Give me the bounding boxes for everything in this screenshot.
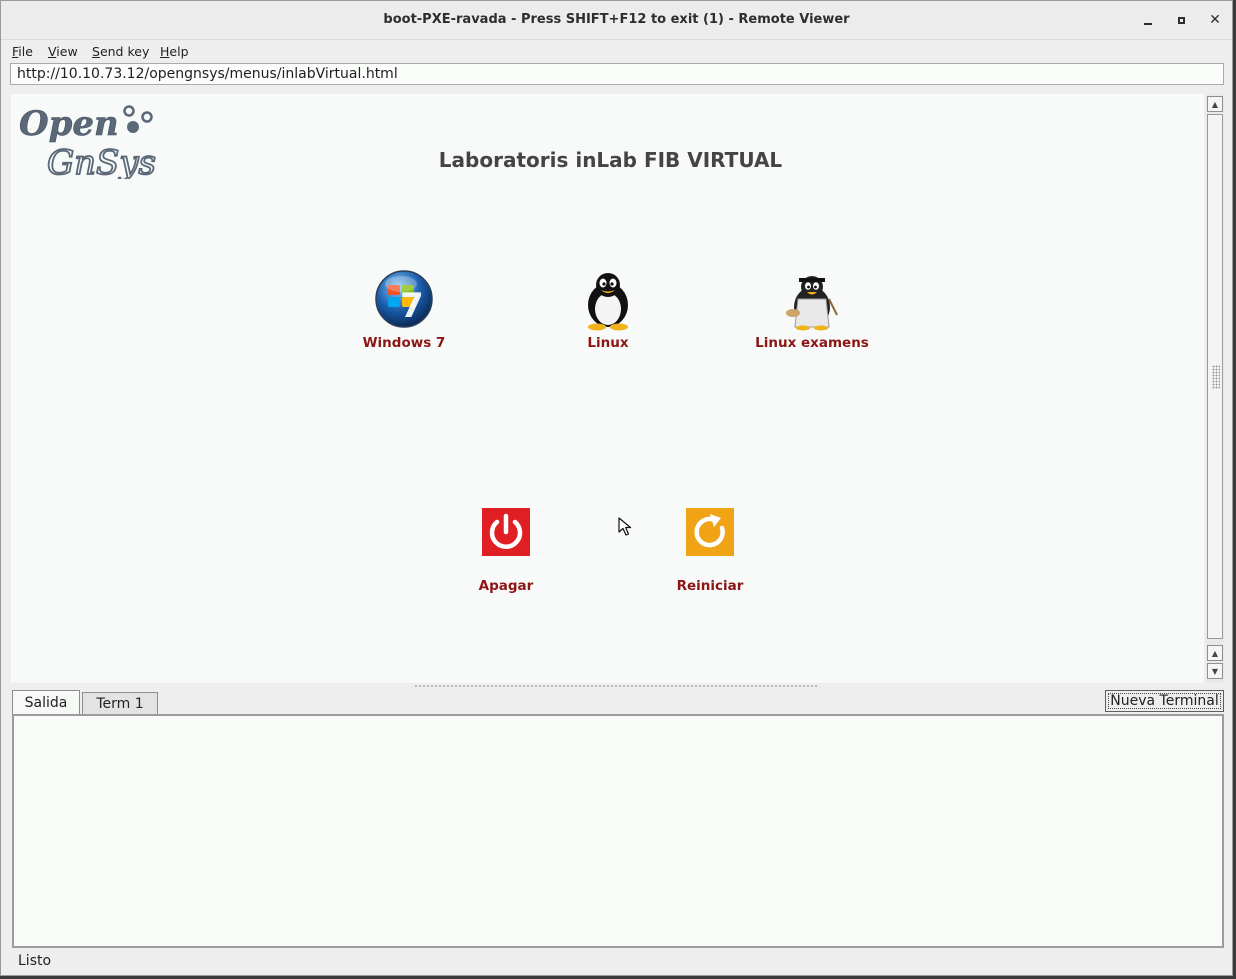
- scrollbar-thumb[interactable]: [1207, 114, 1223, 639]
- linux-examens-label: Linux examens: [755, 335, 869, 351]
- tab-salida[interactable]: Salida: [12, 690, 80, 714]
- status-text: Listo: [18, 953, 52, 969]
- boot-option-linux[interactable]: Linux: [528, 269, 688, 351]
- tux-professor-icon: [786, 276, 838, 331]
- menu-help-label: elp: [169, 44, 189, 59]
- mouse-cursor-icon: [618, 517, 632, 536]
- linux-label: Linux: [587, 335, 629, 351]
- new-terminal-label: Nueva Terminal: [1108, 693, 1221, 709]
- window-title: boot-PXE-ravada - Press SHIFT+F12 to exi…: [383, 12, 850, 27]
- menu-help[interactable]: Help: [160, 44, 189, 59]
- restart-icon: [686, 508, 734, 556]
- apagar-label: Apagar: [478, 578, 534, 594]
- tab-term-1[interactable]: Term 1: [82, 692, 158, 714]
- close-icon[interactable]: ✕: [1205, 10, 1225, 30]
- power-option-reiniciar[interactable]: Reiniciar: [630, 508, 790, 594]
- menu-send-key-label: end key: [99, 44, 150, 59]
- grip-icon: [1212, 365, 1220, 389]
- vertical-scrollbar[interactable]: ▲ ▲ ▼: [1206, 94, 1224, 683]
- page-title: Laboratoris inLab FIB VIRTUAL: [438, 148, 783, 172]
- boot-menu-page: Open GnSys Laboratoris inLab FIB VIRTUAL: [11, 94, 1204, 683]
- scroll-up-icon[interactable]: ▲: [1207, 96, 1223, 112]
- boot-option-windows7[interactable]: 7 Windows 7: [324, 269, 484, 351]
- menu-help-mnemonic: H: [160, 44, 170, 59]
- menu-file-label: ile: [18, 44, 33, 59]
- windows7-logo-icon: 7: [375, 270, 433, 328]
- minimize-icon[interactable]: [1138, 10, 1158, 30]
- remote-viewer-window: boot-PXE-ravada - Press SHIFT+F12 to exi…: [0, 0, 1233, 976]
- reiniciar-label: Reiniciar: [676, 578, 744, 594]
- pane-splitter-handle[interactable]: [414, 684, 818, 688]
- title-bar[interactable]: boot-PXE-ravada - Press SHIFT+F12 to exi…: [1, 1, 1232, 40]
- scroll-down-icon[interactable]: ▼: [1207, 663, 1223, 679]
- menu-view[interactable]: View: [48, 44, 78, 59]
- power-option-apagar[interactable]: Apagar: [426, 508, 586, 594]
- scroll-step-up-icon[interactable]: ▲: [1207, 645, 1223, 661]
- tux-penguin-icon: [588, 273, 628, 331]
- menu-view-label: iew: [56, 44, 78, 59]
- boot-option-linux-examens[interactable]: Linux examens: [732, 269, 892, 351]
- menu-send-key[interactable]: Send key: [92, 44, 149, 59]
- maximize-icon[interactable]: [1171, 10, 1191, 30]
- menu-file[interactable]: File: [12, 44, 33, 59]
- menu-bar: File View Send key Help: [1, 40, 1232, 62]
- console-output-area[interactable]: [12, 714, 1224, 948]
- power-off-icon: [482, 508, 530, 556]
- new-terminal-button[interactable]: Nueva Terminal: [1105, 690, 1224, 712]
- svg-text:Open: Open: [19, 104, 119, 144]
- svg-text:7: 7: [400, 286, 424, 326]
- windows7-label: Windows 7: [362, 335, 446, 351]
- url-field[interactable]: http://10.10.73.12/opengnsys/menus/inlab…: [10, 63, 1224, 85]
- menu-send-key-mnemonic: S: [92, 44, 100, 59]
